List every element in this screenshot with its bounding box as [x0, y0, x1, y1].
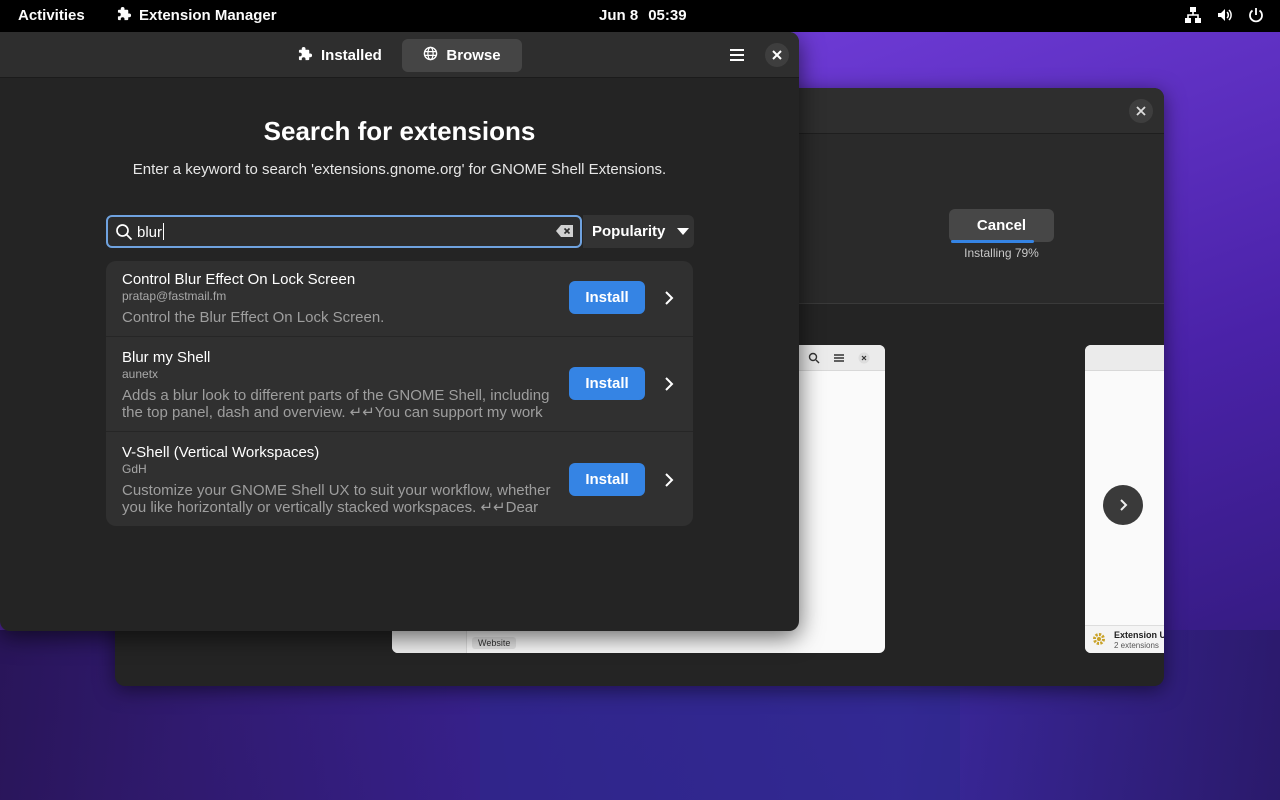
extension-author: GdH — [122, 462, 147, 476]
chevron-right-icon[interactable] — [662, 291, 676, 305]
screenshot-footer: Extension U 2 extensions — [1085, 625, 1164, 653]
list-item[interactable]: Control Blur Effect On Lock Screen prata… — [106, 261, 693, 337]
extension-name: Control Blur Effect On Lock Screen — [122, 271, 356, 288]
close-icon — [772, 50, 782, 60]
search-icon — [115, 223, 133, 246]
sort-dropdown-value: Popularity — [592, 223, 666, 240]
tab-installed-label: Installed — [321, 47, 382, 64]
page-subtitle: Enter a keyword to search 'extensions.gn… — [132, 161, 667, 178]
tab-browse[interactable]: Browse — [402, 39, 522, 72]
extension-manager-window: Installed Browse Search for extensions E… — [0, 32, 799, 631]
volume-icon[interactable] — [1216, 6, 1234, 24]
search-icon — [808, 352, 820, 364]
list-item[interactable]: V-Shell (Vertical Workspaces) GdH Custom… — [106, 432, 693, 526]
list-item[interactable]: Blur my Shell aunetx Adds a blur look to… — [106, 337, 693, 432]
globe-icon — [423, 46, 438, 65]
menu-icon — [834, 354, 844, 362]
wallpaper-patch — [480, 690, 960, 800]
screenshot-header — [795, 345, 885, 371]
clock-time: 05:39 — [648, 7, 687, 24]
screenshot-website-label: Website — [472, 637, 517, 649]
tab-browse-label: Browse — [446, 47, 501, 64]
extension-author: pratap@fastmail.fm — [122, 289, 227, 303]
install-button[interactable]: Install — [569, 281, 645, 314]
network-icon[interactable] — [1184, 6, 1202, 24]
hamburger-icon — [730, 49, 744, 61]
page-title: Search for extensions — [263, 116, 536, 146]
app-menu[interactable]: Extension Manager — [117, 6, 277, 25]
chevron-right-icon[interactable] — [662, 473, 676, 487]
app-menu-label: Extension Manager — [139, 7, 277, 24]
clock[interactable]: Jun 8 05:39 — [599, 7, 687, 24]
system-tray[interactable] — [1184, 6, 1264, 24]
puzzle-icon — [117, 6, 132, 25]
install-button[interactable]: Install — [569, 463, 645, 496]
header-bar: Installed Browse — [0, 32, 799, 78]
tab-installed[interactable]: Installed — [280, 39, 400, 72]
screenshot-footer-subtitle: 2 extensions — [1114, 641, 1159, 650]
puzzle-icon — [298, 46, 313, 65]
cancel-button[interactable]: Cancel — [949, 209, 1054, 242]
window-close-button[interactable] — [765, 43, 789, 67]
search-input[interactable]: blur — [106, 215, 582, 248]
screenshot-footer-title: Extension U — [1114, 630, 1164, 640]
activities-button[interactable]: Activities — [18, 7, 85, 24]
install-button[interactable]: Install — [569, 367, 645, 400]
chevron-right-icon[interactable] — [662, 377, 676, 391]
text-cursor — [163, 223, 165, 240]
clear-search-icon[interactable] — [556, 224, 574, 243]
search-value: blur — [137, 224, 163, 241]
top-bar: Activities Extension Manager Jun 8 05:39 — [0, 0, 1280, 32]
next-screenshot-button[interactable] — [1103, 485, 1143, 525]
install-progress-bar — [951, 240, 1034, 243]
power-icon[interactable] — [1248, 7, 1264, 23]
extension-description: Customize your GNOME Shell UX to suit yo… — [122, 482, 551, 516]
main-menu-button[interactable] — [724, 42, 750, 68]
sort-dropdown[interactable]: Popularity — [583, 215, 694, 248]
extension-author: aunetx — [122, 367, 159, 381]
close-icon — [858, 352, 870, 364]
screenshot-header — [1085, 345, 1164, 371]
gear-icon — [1092, 632, 1106, 651]
extension-description: Control the Blur Effect On Lock Screen. — [122, 309, 385, 326]
chevron-down-icon — [677, 223, 690, 240]
extension-name: V-Shell (Vertical Workspaces) — [122, 444, 320, 461]
extension-description: Adds a blur look to different parts of t… — [122, 387, 550, 421]
install-status: Installing 79% — [964, 246, 1039, 260]
close-icon[interactable] — [1129, 99, 1153, 123]
search-results-list: Control Blur Effect On Lock Screen prata… — [106, 261, 693, 526]
extension-name: Blur my Shell — [122, 349, 211, 366]
chevron-right-icon — [1120, 499, 1128, 511]
clock-date: Jun 8 — [599, 7, 639, 24]
